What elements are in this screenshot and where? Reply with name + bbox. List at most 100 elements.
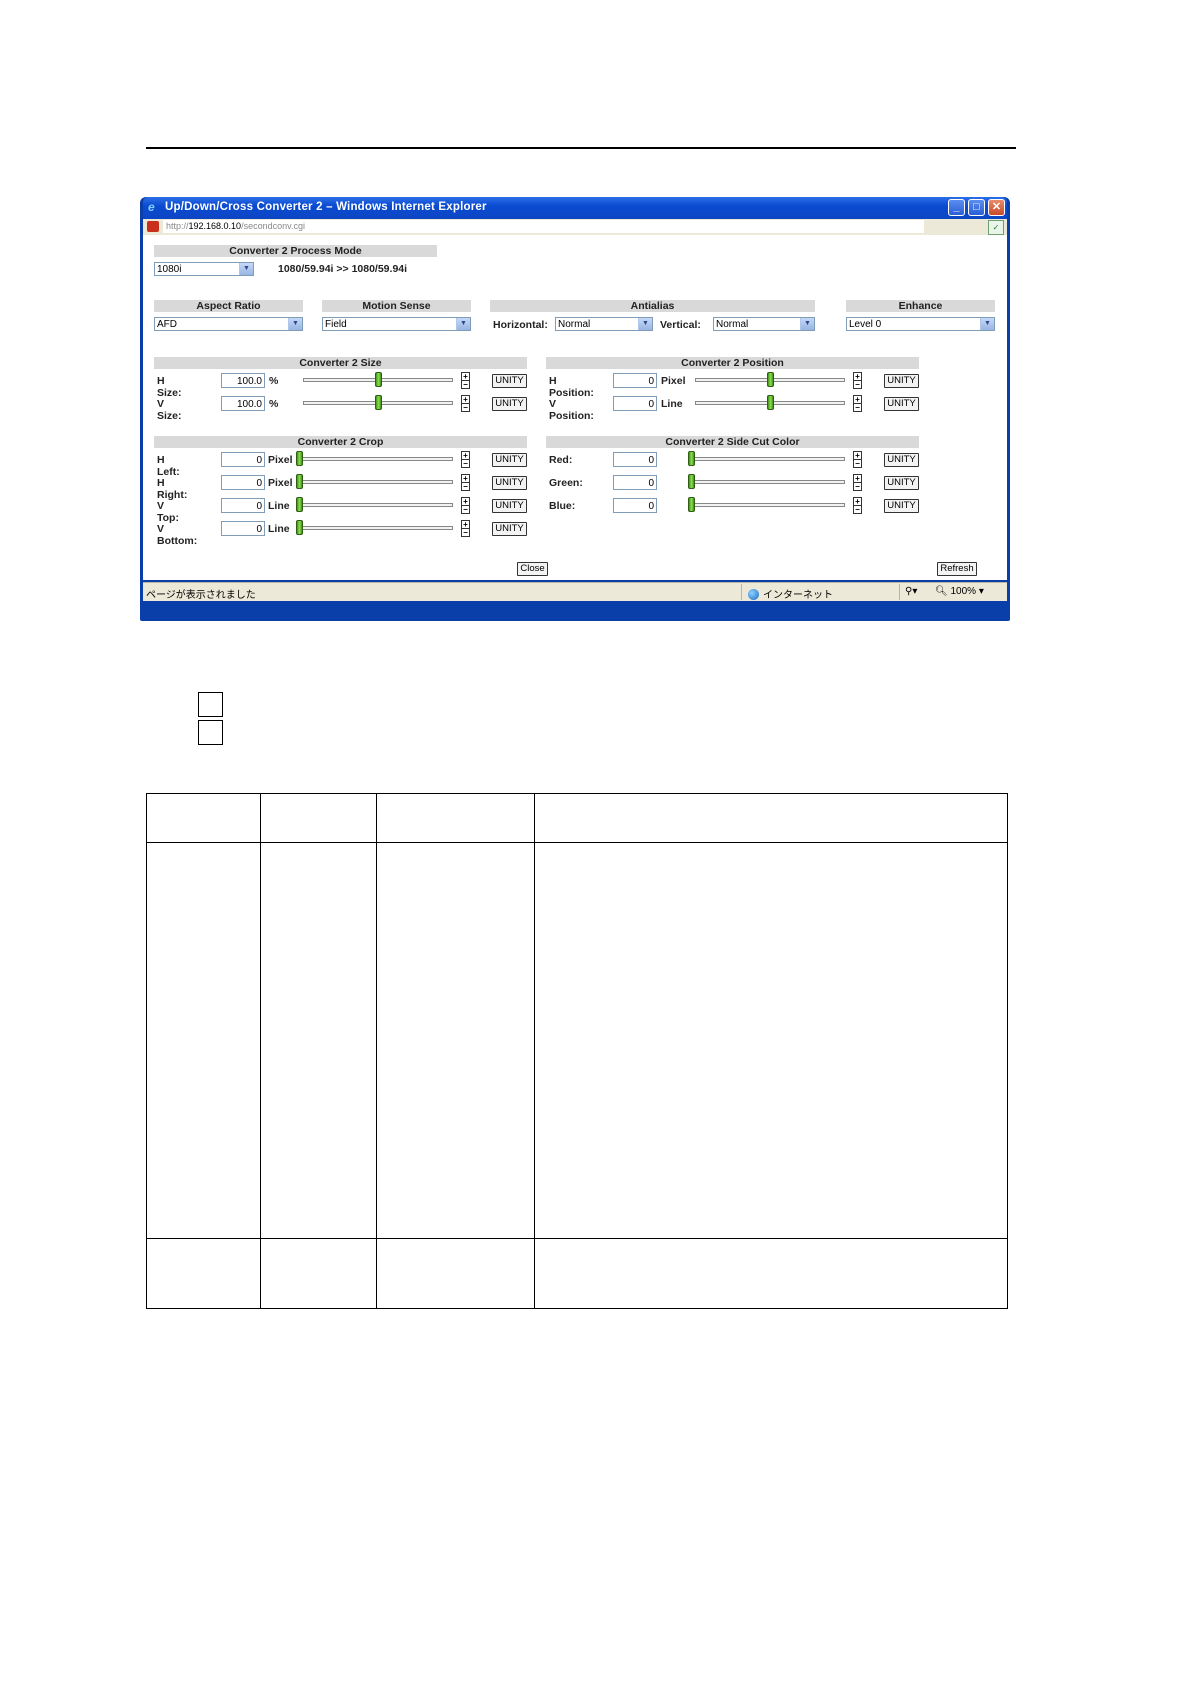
position-stepper[interactable]: + − <box>853 372 862 389</box>
side-cut-unity-button[interactable]: UNITY <box>884 499 919 513</box>
minus-icon[interactable]: − <box>462 403 469 412</box>
zoom-control[interactable]: 🔍︎ 100% ▾ <box>935 586 984 597</box>
url-field[interactable]: http://192.168.0.10/secondconv.cgi <box>163 220 924 233</box>
minus-icon[interactable]: − <box>854 380 861 389</box>
page-top-rule <box>146 147 1016 149</box>
zone-indicator[interactable]: インターネット <box>748 586 833 601</box>
plus-icon[interactable]: + <box>462 498 469 506</box>
size-input[interactable]: 100.0 <box>221 373 265 388</box>
side-cut-unity-button[interactable]: UNITY <box>884 453 919 467</box>
side-cut-slider-track[interactable] <box>688 503 845 507</box>
plus-icon[interactable]: + <box>854 373 861 381</box>
size-unity-button[interactable]: UNITY <box>492 397 527 411</box>
crop-stepper[interactable]: + − <box>461 497 470 514</box>
size-unity-button[interactable]: UNITY <box>492 374 527 388</box>
crop-stepper[interactable]: + − <box>461 520 470 537</box>
position-slider-thumb[interactable] <box>766 372 774 387</box>
size-stepper[interactable]: + − <box>461 395 470 412</box>
crop-unit: Pixel <box>268 477 293 489</box>
plus-icon[interactable]: + <box>462 452 469 460</box>
position-unity-button[interactable]: UNITY <box>884 397 919 411</box>
crop-input[interactable]: 0 <box>221 475 265 490</box>
minus-icon[interactable]: − <box>854 482 861 491</box>
crop-slider-track[interactable] <box>296 526 453 530</box>
crop-unity-button[interactable]: UNITY <box>492 522 527 536</box>
table-cell <box>260 1238 377 1309</box>
address-bar: http://192.168.0.10/secondconv.cgi ✓ <box>143 219 1007 236</box>
crop-unity-button[interactable]: UNITY <box>492 476 527 490</box>
side-cut-stepper[interactable]: + − <box>853 474 862 491</box>
size-slider-thumb[interactable] <box>374 395 382 410</box>
page-status-icon[interactable]: ✓ <box>988 220 1004 235</box>
crop-slider-thumb[interactable] <box>296 520 303 535</box>
side-cut-slider-thumb[interactable] <box>688 474 695 489</box>
size-slider-thumb[interactable] <box>374 372 382 387</box>
minimize-button[interactable]: _ <box>948 199 965 216</box>
crop-stepper[interactable]: + − <box>461 451 470 468</box>
crop-input[interactable]: 0 <box>221 521 265 536</box>
size-input[interactable]: 100.0 <box>221 396 265 411</box>
position-stepper[interactable]: + − <box>853 395 862 412</box>
crop-slider-thumb[interactable] <box>296 451 303 466</box>
plus-icon[interactable]: + <box>462 396 469 404</box>
side-cut-stepper[interactable]: + − <box>853 451 862 468</box>
crop-slider-track[interactable] <box>296 457 453 461</box>
antialias-vertical-select[interactable]: Normal ▼ <box>713 317 815 331</box>
aspect-ratio-select[interactable]: AFD ▼ <box>154 317 303 331</box>
plus-icon[interactable]: + <box>462 475 469 483</box>
side-cut-input[interactable]: 0 <box>613 475 657 490</box>
position-input[interactable]: 0 <box>613 373 657 388</box>
minus-icon[interactable]: − <box>462 459 469 468</box>
side-cut-slider-track[interactable] <box>688 457 845 461</box>
minus-icon[interactable]: − <box>462 528 469 537</box>
crop-stepper[interactable]: + − <box>461 474 470 491</box>
crop-unit: Pixel <box>268 454 293 466</box>
plus-icon[interactable]: + <box>854 475 861 483</box>
plus-icon[interactable]: + <box>854 452 861 460</box>
minus-icon[interactable]: − <box>462 482 469 491</box>
motion-sense-select[interactable]: Field ▼ <box>322 317 471 331</box>
side-cut-slider-thumb[interactable] <box>688 451 695 466</box>
process-mode-header: Converter 2 Process Mode <box>154 245 437 257</box>
protected-mode-icon[interactable]: ⚲▾ <box>905 586 917 597</box>
title-bar[interactable]: e Up/Down/Cross Converter 2 – Windows In… <box>143 197 1007 219</box>
plus-icon[interactable]: + <box>854 396 861 404</box>
process-mode-select[interactable]: 1080i ▼ <box>154 262 254 276</box>
minus-icon[interactable]: − <box>854 403 861 412</box>
crop-slider-track[interactable] <box>296 480 453 484</box>
window-close-button[interactable]: ✕ <box>988 199 1005 216</box>
refresh-button[interactable]: Refresh <box>937 562 977 576</box>
crop-slider-track[interactable] <box>296 503 453 507</box>
minus-icon[interactable]: − <box>854 505 861 514</box>
size-stepper[interactable]: + − <box>461 372 470 389</box>
plus-icon[interactable]: + <box>854 498 861 506</box>
maximize-button[interactable]: □ <box>968 199 985 216</box>
side-cut-unity-button[interactable]: UNITY <box>884 476 919 490</box>
side-cut-input[interactable]: 0 <box>613 498 657 513</box>
side-cut-slider-thumb[interactable] <box>688 497 695 512</box>
side-cut-stepper[interactable]: + − <box>853 497 862 514</box>
side-cut-slider-track[interactable] <box>688 480 845 484</box>
crop-input[interactable]: 0 <box>221 498 265 513</box>
aspect-ratio-value: AFD <box>157 319 177 330</box>
crop-slider-thumb[interactable] <box>296 497 303 512</box>
status-text: ページが表示されました <box>146 590 256 601</box>
crop-unity-button[interactable]: UNITY <box>492 499 527 513</box>
plus-icon[interactable]: + <box>462 373 469 381</box>
crop-header: Converter 2 Crop <box>154 436 527 448</box>
crop-input[interactable]: 0 <box>221 452 265 467</box>
antialias-horizontal-select[interactable]: Normal ▼ <box>555 317 653 331</box>
position-unity-button[interactable]: UNITY <box>884 374 919 388</box>
close-button[interactable]: Close <box>517 562 548 576</box>
side-cut-input[interactable]: 0 <box>613 452 657 467</box>
enhance-select[interactable]: Level 0 ▼ <box>846 317 995 331</box>
minus-icon[interactable]: − <box>462 505 469 514</box>
position-slider-thumb[interactable] <box>766 395 774 410</box>
crop-slider-thumb[interactable] <box>296 474 303 489</box>
crop-unity-button[interactable]: UNITY <box>492 453 527 467</box>
blank-checkbox <box>198 720 223 745</box>
minus-icon[interactable]: − <box>462 380 469 389</box>
plus-icon[interactable]: + <box>462 521 469 529</box>
position-input[interactable]: 0 <box>613 396 657 411</box>
minus-icon[interactable]: − <box>854 459 861 468</box>
